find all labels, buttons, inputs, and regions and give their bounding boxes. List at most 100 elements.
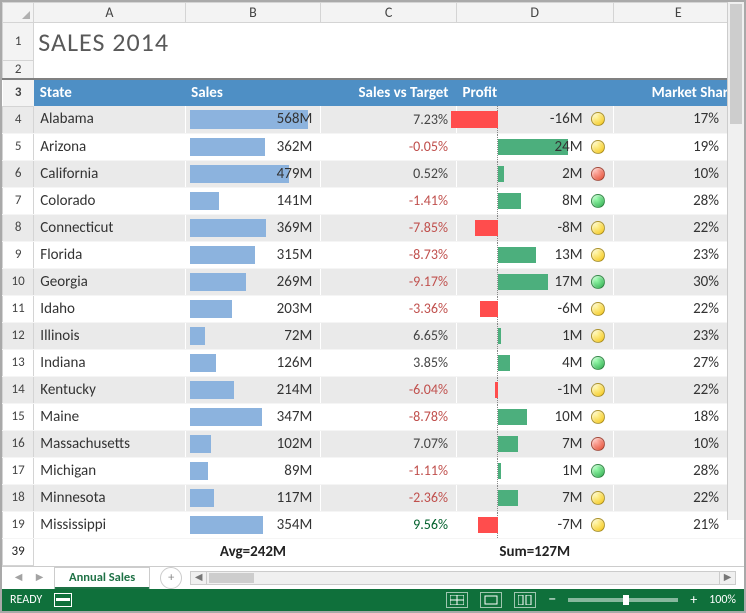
scroll-right-icon[interactable]: ► — [719, 572, 735, 584]
table-row[interactable]: 11Idaho203M-3.36%-6M22% — [3, 295, 744, 322]
summary-profit[interactable]: Sum=127M — [456, 538, 613, 565]
state-cell[interactable]: Arizona — [34, 133, 185, 160]
share-cell[interactable]: 23% — [613, 241, 743, 268]
col-label-share[interactable]: Market Share — [613, 79, 743, 106]
view-normal-button[interactable] — [446, 592, 468, 608]
row-header[interactable]: 17 — [3, 457, 34, 484]
state-cell[interactable]: Michigan — [34, 457, 185, 484]
profit-cell[interactable]: 10M — [456, 403, 613, 430]
table-row[interactable]: 5Arizona362M-0.05%24M19% — [3, 133, 744, 160]
col-label-state[interactable]: State — [34, 79, 185, 106]
row-header[interactable]: 1 — [3, 23, 34, 61]
summary-blank[interactable] — [613, 538, 743, 565]
summary-sales[interactable]: Avg=242M — [185, 538, 321, 565]
table-row[interactable]: 8Connecticut369M-7.85%-8M22% — [3, 214, 744, 241]
col-label-sales[interactable]: Sales — [185, 79, 321, 106]
share-cell[interactable]: 22% — [613, 214, 743, 241]
profit-cell[interactable]: 8M — [456, 187, 613, 214]
profit-cell[interactable]: 1M — [456, 457, 613, 484]
scroll-left-icon[interactable]: ◄ — [191, 572, 207, 584]
summary-blank[interactable] — [321, 538, 457, 565]
row-header[interactable]: 12 — [3, 322, 34, 349]
svt-cell[interactable]: -1.11% — [321, 457, 457, 484]
add-sheet-button[interactable]: + — [160, 567, 182, 589]
svt-cell[interactable]: 6.65% — [321, 322, 457, 349]
state-cell[interactable]: Illinois — [34, 322, 185, 349]
view-pagelayout-button[interactable] — [480, 592, 502, 608]
profit-cell[interactable]: 2M — [456, 160, 613, 187]
profit-cell[interactable]: 7M — [456, 430, 613, 457]
table-row[interactable]: 19Mississippi354M9.56%-7M21% — [3, 511, 744, 538]
svt-cell[interactable]: -7.85% — [321, 214, 457, 241]
zoom-slider[interactable] — [568, 598, 678, 602]
row-header[interactable]: 13 — [3, 349, 34, 376]
sales-cell[interactable]: 141M — [185, 187, 321, 214]
table-row[interactable]: 7Colorado141M-1.41%8M28% — [3, 187, 744, 214]
svt-cell[interactable]: 7.23% — [321, 106, 457, 133]
table-row[interactable]: 14Kentucky214M-6.04%-1M22% — [3, 376, 744, 403]
svt-cell[interactable]: -0.05% — [321, 133, 457, 160]
table-row[interactable]: 6California479M0.52%2M10% — [3, 160, 744, 187]
table-row[interactable]: 12Illinois72M6.65%1M23% — [3, 322, 744, 349]
share-cell[interactable]: 23% — [613, 322, 743, 349]
sheet-nav-arrows[interactable]: ◄ ► — [2, 570, 50, 585]
summary-blank[interactable] — [34, 538, 185, 565]
sales-cell[interactable]: 479M — [185, 160, 321, 187]
col-label-profit[interactable]: Profit — [456, 79, 613, 106]
row-header[interactable]: 39 — [3, 538, 34, 565]
svt-cell[interactable]: -8.78% — [321, 403, 457, 430]
divider-cell[interactable] — [34, 61, 744, 80]
state-cell[interactable]: Colorado — [34, 187, 185, 214]
row-header[interactable]: 4 — [3, 106, 34, 133]
state-cell[interactable]: Kentucky — [34, 376, 185, 403]
share-cell[interactable]: 17% — [613, 106, 743, 133]
state-cell[interactable]: Georgia — [34, 268, 185, 295]
profit-cell[interactable]: 13M — [456, 241, 613, 268]
sales-cell[interactable]: 568M — [185, 106, 321, 133]
state-cell[interactable]: California — [34, 160, 185, 187]
sales-cell[interactable]: 347M — [185, 403, 321, 430]
row-header[interactable]: 14 — [3, 376, 34, 403]
sales-cell[interactable]: 369M — [185, 214, 321, 241]
row-header[interactable]: 15 — [3, 403, 34, 430]
svt-cell[interactable]: 9.56% — [321, 511, 457, 538]
state-cell[interactable]: Connecticut — [34, 214, 185, 241]
row-header[interactable]: 3 — [3, 79, 34, 106]
table-row[interactable]: 13Indiana126M3.85%4M27% — [3, 349, 744, 376]
profit-cell[interactable]: 24M — [456, 133, 613, 160]
row-header[interactable]: 11 — [3, 295, 34, 322]
row-header[interactable]: 19 — [3, 511, 34, 538]
view-pagebreak-button[interactable] — [514, 592, 536, 608]
state-cell[interactable]: Florida — [34, 241, 185, 268]
sales-cell[interactable]: 203M — [185, 295, 321, 322]
page-title[interactable]: SALES 2014 — [34, 23, 744, 61]
share-cell[interactable]: 22% — [613, 376, 743, 403]
profit-cell[interactable]: -6M — [456, 295, 613, 322]
row-header[interactable]: 6 — [3, 160, 34, 187]
state-cell[interactable]: Idaho — [34, 295, 185, 322]
share-cell[interactable]: 28% — [613, 187, 743, 214]
sales-cell[interactable]: 72M — [185, 322, 321, 349]
profit-cell[interactable]: 17M — [456, 268, 613, 295]
share-cell[interactable]: 21% — [613, 511, 743, 538]
sales-cell[interactable]: 126M — [185, 349, 321, 376]
state-cell[interactable]: Alabama — [34, 106, 185, 133]
table-row[interactable]: 15Maine347M-8.78%10M18% — [3, 403, 744, 430]
row-header[interactable]: 8 — [3, 214, 34, 241]
col-header-d[interactable]: D — [456, 3, 613, 23]
row-header[interactable]: 10 — [3, 268, 34, 295]
svt-cell[interactable]: -6.04% — [321, 376, 457, 403]
sales-cell[interactable]: 269M — [185, 268, 321, 295]
svt-cell[interactable]: -9.17% — [321, 268, 457, 295]
svt-cell[interactable]: 7.07% — [321, 430, 457, 457]
svt-cell[interactable]: -3.36% — [321, 295, 457, 322]
col-header-e[interactable]: E — [613, 3, 743, 23]
svt-cell[interactable]: -1.41% — [321, 187, 457, 214]
horizontal-scrollbar[interactable]: ◄ ► — [190, 571, 736, 585]
row-header[interactable]: 5 — [3, 133, 34, 160]
state-cell[interactable]: Maine — [34, 403, 185, 430]
sales-cell[interactable]: 362M — [185, 133, 321, 160]
sales-cell[interactable]: 315M — [185, 241, 321, 268]
row-header[interactable]: 9 — [3, 241, 34, 268]
table-row[interactable]: 4Alabama568M7.23%-16M17% — [3, 106, 744, 133]
